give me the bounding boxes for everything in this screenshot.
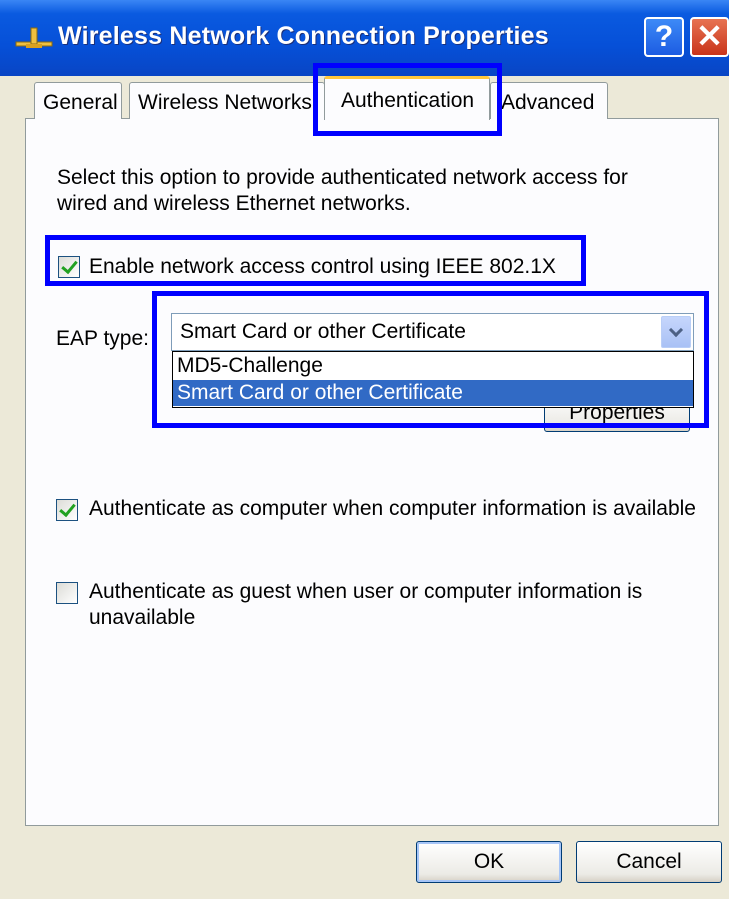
dropdown-option-md5[interactable]: MD5-Challenge bbox=[173, 353, 693, 379]
cancel-button[interactable]: Cancel bbox=[576, 841, 722, 883]
auth-as-guest-label-line2[interactable]: unavailable bbox=[89, 606, 195, 630]
network-connection-icon bbox=[15, 27, 53, 48]
description-text-line2: wired and wireless Ethernet networks. bbox=[57, 192, 411, 215]
auth-as-computer-checkbox[interactable] bbox=[56, 499, 78, 521]
eap-type-label: EAP type: bbox=[56, 327, 150, 350]
enable-8021x-label[interactable]: Enable network access control using IEEE… bbox=[89, 255, 556, 279]
tab-label: Advanced bbox=[501, 91, 595, 114]
tab-wireless-networks[interactable]: Wireless Networks bbox=[129, 82, 325, 119]
window-title: Wireless Network Connection Properties bbox=[58, 22, 549, 50]
tab-general[interactable]: General bbox=[34, 82, 122, 119]
eap-type-dropdown-list[interactable]: MD5-Challenge Smart Card or other Certif… bbox=[172, 351, 694, 408]
title-bar[interactable]: Wireless Network Connection Properties ?… bbox=[0, 0, 729, 76]
ok-button-label: OK bbox=[473, 850, 505, 873]
auth-as-computer-label[interactable]: Authenticate as computer when computer i… bbox=[89, 497, 696, 521]
auth-as-guest-label-line1[interactable]: Authenticate as guest when user or compu… bbox=[89, 580, 642, 604]
tab-authentication[interactable]: Authentication bbox=[324, 76, 490, 120]
ok-button[interactable]: OK bbox=[416, 841, 562, 883]
tab-advanced[interactable]: Advanced bbox=[490, 82, 608, 119]
tab-label: Wireless Networks bbox=[138, 91, 312, 114]
help-button[interactable]: ? bbox=[644, 17, 684, 57]
tab-label: Authentication bbox=[341, 89, 475, 112]
cancel-button-label: Cancel bbox=[616, 850, 682, 873]
chevron-down-icon[interactable] bbox=[661, 316, 691, 348]
dropdown-option-smart-card[interactable]: Smart Card or other Certificate bbox=[173, 380, 693, 406]
description-text-line1: Select this option to provide authentica… bbox=[57, 166, 628, 189]
close-button[interactable]: ✕ bbox=[690, 17, 729, 57]
eap-type-select[interactable]: Smart Card or other Certificate bbox=[171, 313, 694, 351]
auth-as-guest-checkbox[interactable] bbox=[56, 582, 78, 604]
tab-label: General bbox=[43, 91, 118, 114]
tab-panel-authentication bbox=[25, 118, 719, 826]
enable-8021x-checkbox[interactable] bbox=[58, 256, 80, 278]
eap-selected-value: Smart Card or other Certificate bbox=[180, 320, 466, 343]
